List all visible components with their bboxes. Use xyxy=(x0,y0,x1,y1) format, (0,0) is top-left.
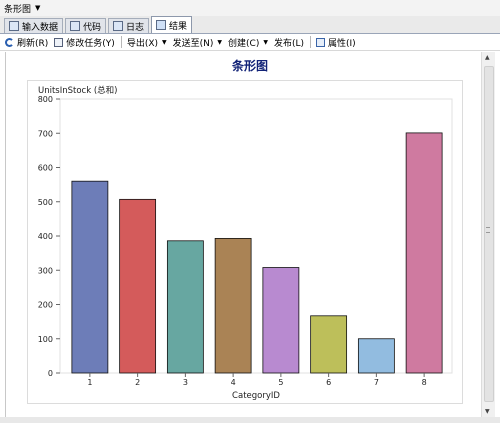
scroll-down-icon[interactable]: ▼ xyxy=(485,408,490,415)
scrollbar-thumb[interactable] xyxy=(484,66,494,402)
bar xyxy=(71,180,109,374)
y-tick-label: 300 xyxy=(38,266,53,275)
x-tick-label: 3 xyxy=(183,378,188,387)
scrollbar-grip xyxy=(486,227,490,233)
bar xyxy=(119,198,157,374)
bottom-edge xyxy=(0,417,500,423)
x-tick-label: 1 xyxy=(87,378,92,387)
x-tick-label: 5 xyxy=(278,378,283,387)
y-axis-label: UnitsInStock (总和) xyxy=(38,85,117,96)
bar-chart: 0 100 200 300 400 500 600 700 800UnitsInStock (总… xyxy=(38,85,453,401)
x-tick-label: 4 xyxy=(231,378,236,387)
scroll-up-icon[interactable]: ▲ xyxy=(485,54,490,61)
y-tick-label: 100 xyxy=(38,335,53,344)
y-tick-label: 600 xyxy=(38,164,53,173)
x-tick-label: 2 xyxy=(135,378,140,387)
bar xyxy=(166,240,204,374)
bar xyxy=(357,338,395,374)
bar xyxy=(262,267,300,374)
x-tick-label: 6 xyxy=(326,378,331,387)
x-tick-label: 7 xyxy=(374,378,379,387)
y-tick-label: 700 xyxy=(38,129,53,138)
bar xyxy=(214,237,252,374)
y-tick-label: 200 xyxy=(38,301,53,310)
x-axis-label: CategoryID xyxy=(232,391,280,401)
bar xyxy=(310,315,348,374)
x-tick-label: 8 xyxy=(422,378,427,387)
y-tick-label: 0 xyxy=(48,369,53,378)
vertical-scrollbar[interactable]: ▲ ▼ xyxy=(481,52,495,417)
bar xyxy=(405,132,443,374)
y-tick-label: 500 xyxy=(38,198,53,207)
plot-area-border xyxy=(59,98,453,374)
y-tick-label: 400 xyxy=(38,232,53,241)
y-tick-label: 800 xyxy=(38,95,53,104)
